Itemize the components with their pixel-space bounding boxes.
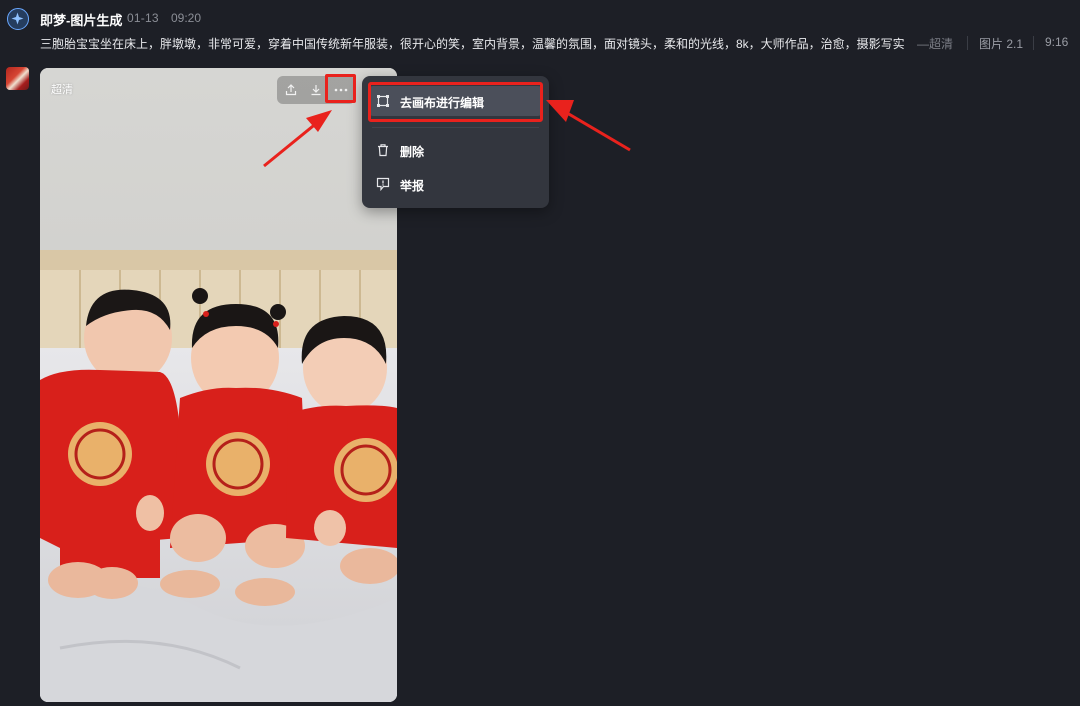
annotation-arrow-right [546,100,631,152]
annotation-arrows [263,100,631,168]
annotation-arrow-left [263,110,332,168]
